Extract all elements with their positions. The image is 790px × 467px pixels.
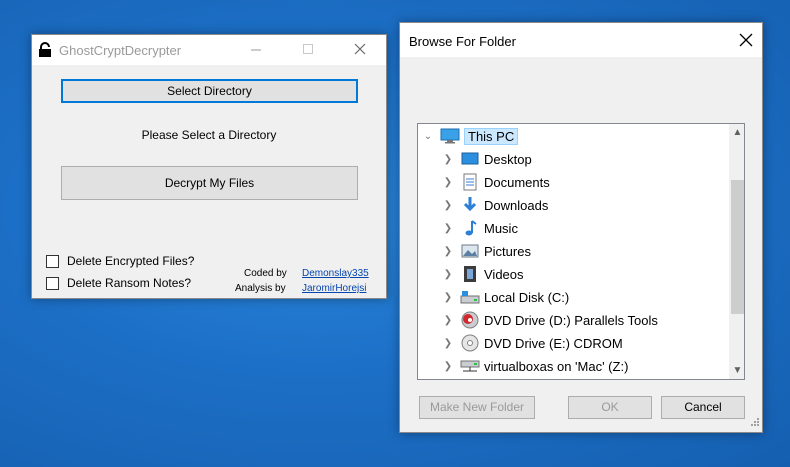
status-label: Please Select a Directory (141, 128, 277, 142)
tree-item-pictures[interactable]: ❯ Pictures (440, 240, 531, 262)
delete-encrypted-checkbox-row[interactable]: Delete Encrypted Files? (46, 254, 194, 268)
chevron-down-icon[interactable]: ⌄ (420, 131, 436, 142)
tree-item-label: DVD Drive (D:) Parallels Tools (484, 312, 658, 328)
tree-item-this-pc[interactable]: ⌄ This PC (420, 125, 519, 147)
chevron-right-icon[interactable]: ❯ (440, 361, 456, 372)
dvd-drive-icon (460, 311, 480, 329)
decrypter-window: GhostCryptDecrypter Select Directory Ple… (31, 34, 387, 299)
tree-item-downloads[interactable]: ❯ Downloads (440, 194, 548, 216)
browse-folder-dialog: Browse For Folder ⌄ This PC ❯ Desktop ❯ … (399, 22, 763, 433)
coded-by-label: Coded by (244, 268, 287, 279)
close-icon[interactable] (350, 39, 370, 59)
tree-item-desktop[interactable]: ❯ Desktop (440, 148, 532, 170)
tree-item-label: Documents (484, 174, 550, 190)
tree-item-music[interactable]: ❯ Music (440, 217, 518, 239)
chevron-right-icon[interactable]: ❯ (440, 315, 456, 326)
cancel-button[interactable]: Cancel (661, 396, 745, 419)
chevron-right-icon[interactable]: ❯ (440, 154, 456, 165)
minimize-icon[interactable] (246, 39, 266, 59)
lock-icon (38, 42, 52, 61)
tree-item-label: Local Disk (C:) (484, 289, 570, 305)
ok-button[interactable]: OK (568, 396, 652, 419)
local-disk-icon (460, 288, 480, 306)
browse-titlebar[interactable]: Browse For Folder (400, 23, 762, 57)
desktop-icon (460, 150, 480, 168)
tree-item-label: Videos (484, 266, 524, 282)
resize-grip-icon[interactable] (750, 416, 760, 430)
chevron-right-icon[interactable]: ❯ (440, 177, 456, 188)
coded-by-link[interactable]: Demonslay335 (302, 268, 369, 279)
chevron-right-icon[interactable]: ❯ (440, 223, 456, 234)
pictures-icon (460, 242, 480, 260)
scroll-thumb[interactable] (731, 180, 744, 314)
music-icon (460, 219, 480, 237)
select-directory-button[interactable]: Select Directory (61, 79, 358, 103)
analysis-by-label: Analysis by (235, 283, 286, 294)
tree-item-label: DVD Drive (E:) CDROM (484, 335, 623, 351)
cdrom-icon (460, 334, 480, 352)
chevron-right-icon[interactable]: ❯ (440, 292, 456, 303)
chevron-right-icon[interactable]: ❯ (440, 246, 456, 257)
tree-item-videos[interactable]: ❯ Videos (440, 263, 524, 285)
tree-item-label: Pictures (484, 243, 531, 259)
computer-icon (440, 127, 460, 145)
tree-item-dvd-e[interactable]: ❯ DVD Drive (E:) CDROM (440, 332, 623, 354)
documents-icon (460, 173, 480, 191)
scroll-up-icon[interactable]: ▲ (729, 124, 744, 141)
tree-scrollbar[interactable]: ▲ ▼ (729, 124, 744, 379)
network-drive-icon (460, 357, 480, 375)
decrypter-title: GhostCryptDecrypter (59, 43, 182, 58)
downloads-icon (460, 196, 480, 214)
tree-item-label: This PC (464, 127, 519, 145)
tree-item-network-z[interactable]: ❯ virtualboxas on 'Mac' (Z:) (440, 355, 629, 377)
tree-item-label: Desktop (484, 151, 532, 167)
chevron-right-icon[interactable]: ❯ (440, 200, 456, 211)
chevron-right-icon[interactable]: ❯ (440, 338, 456, 349)
videos-icon (460, 265, 480, 283)
delete-encrypted-label: Delete Encrypted Files? (67, 254, 195, 268)
delete-encrypted-checkbox[interactable] (46, 254, 59, 268)
folder-tree[interactable]: ⌄ This PC ❯ Desktop ❯ Documents ❯ Downlo… (417, 123, 745, 380)
tree-item-local-disk[interactable]: ❯ Local Disk (C:) (440, 286, 569, 308)
chevron-right-icon[interactable]: ❯ (440, 269, 456, 280)
browse-title: Browse For Folder (409, 34, 516, 49)
close-icon[interactable] (736, 30, 756, 50)
delete-notes-checkbox[interactable] (46, 276, 59, 290)
analysis-by-link[interactable]: JaromirHorejsi (302, 283, 366, 294)
tree-item-documents[interactable]: ❯ Documents (440, 171, 550, 193)
decrypter-titlebar[interactable]: GhostCryptDecrypter (32, 35, 386, 65)
maximize-icon[interactable] (298, 39, 318, 59)
delete-notes-checkbox-row[interactable]: Delete Ransom Notes? (46, 276, 191, 290)
tree-item-label: virtualboxas on 'Mac' (Z:) (484, 358, 629, 374)
delete-notes-label: Delete Ransom Notes? (67, 276, 192, 290)
decrypt-files-button[interactable]: Decrypt My Files (61, 166, 358, 200)
tree-item-label: Downloads (484, 197, 549, 213)
scroll-down-icon[interactable]: ▼ (729, 362, 744, 379)
make-new-folder-button[interactable]: Make New Folder (419, 396, 535, 419)
tree-item-dvd-d[interactable]: ❯ DVD Drive (D:) Parallels Tools (440, 309, 658, 331)
tree-item-label: Music (484, 220, 518, 236)
